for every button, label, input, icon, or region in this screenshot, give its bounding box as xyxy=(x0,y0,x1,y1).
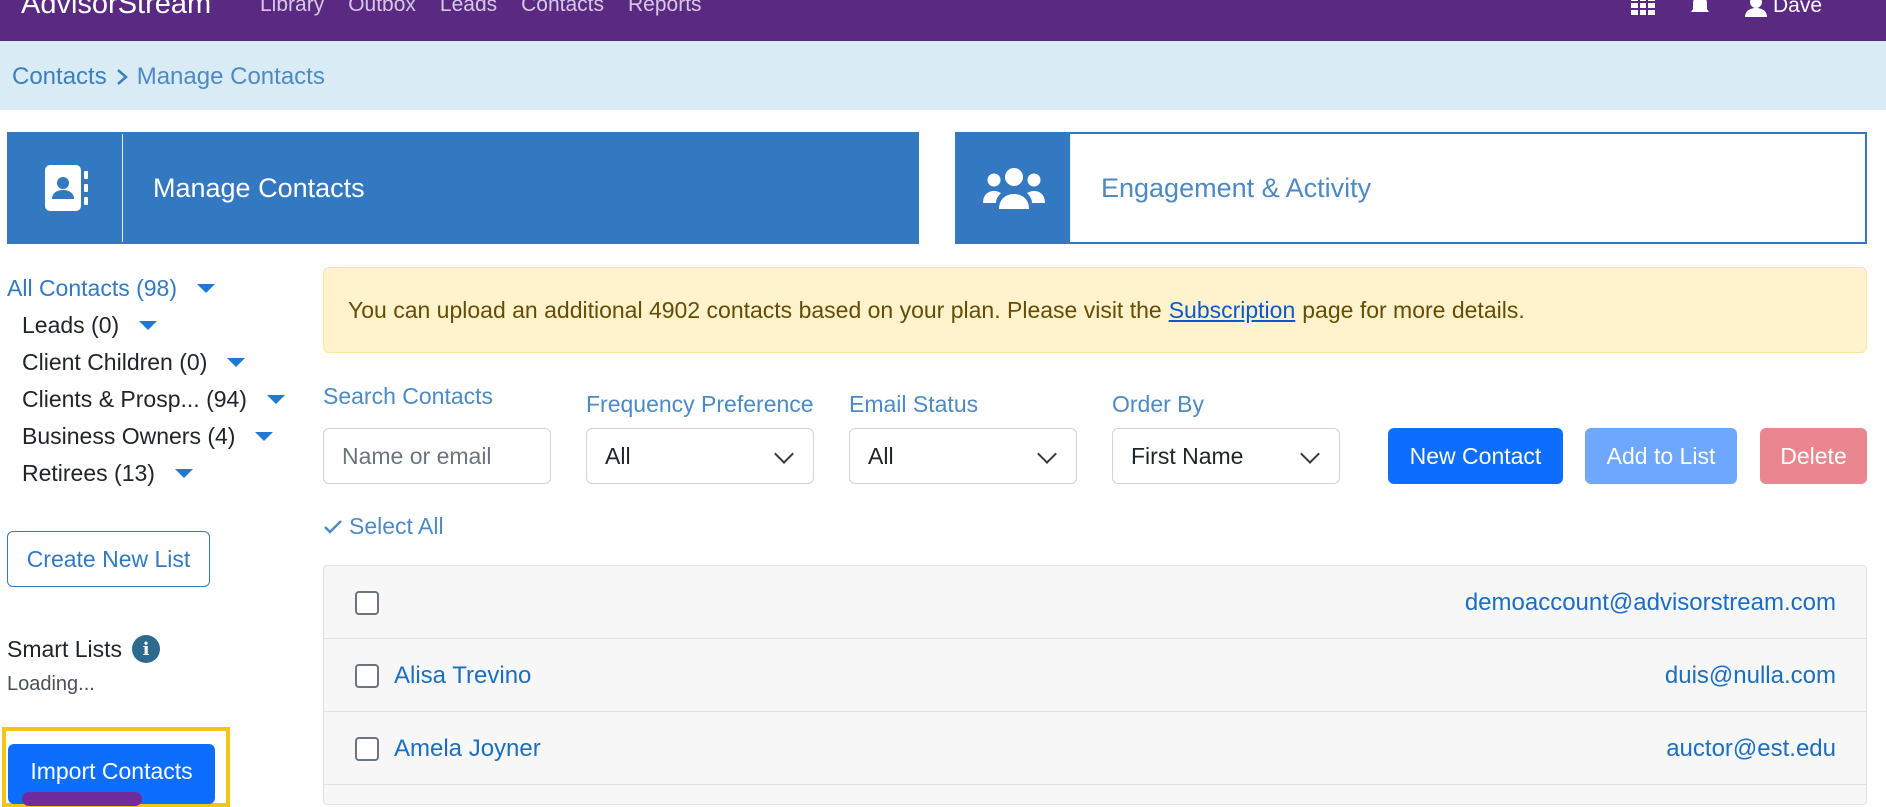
manage-contacts-card[interactable]: Manage Contacts xyxy=(7,132,919,244)
contact-email[interactable]: duis@nulla.com xyxy=(1665,662,1836,690)
check-icon xyxy=(324,519,342,534)
top-navbar: AdvisorStream Library Outbox Leads Conta… xyxy=(0,0,1886,41)
contact-name[interactable]: Amela Joyner xyxy=(394,735,541,763)
table-row[interactable]: Amela Joyner auctor@est.edu xyxy=(324,712,1866,785)
breadcrumb-current: Manage Contacts xyxy=(136,63,325,90)
users-icon xyxy=(957,134,1071,242)
smart-lists-loading: Loading... xyxy=(7,673,95,695)
list-leads[interactable]: Leads (0) xyxy=(7,307,285,344)
contact-email[interactable]: auctor@est.edu xyxy=(1666,735,1836,763)
frequency-preference-select[interactable]: All xyxy=(586,428,814,484)
order-by-label: Order By xyxy=(1112,391,1205,417)
table-row[interactable]: demoaccount@advisorstream.com xyxy=(324,566,1866,639)
list-label: Clients & Prosp... (94) xyxy=(22,386,247,412)
select-all-toggle[interactable]: Select All xyxy=(323,513,444,540)
subscription-link[interactable]: Subscription xyxy=(1169,297,1296,324)
list-label: Client Children (0) xyxy=(22,349,208,375)
grid-icon[interactable] xyxy=(1630,0,1655,16)
nav-contacts[interactable]: Contacts xyxy=(521,0,604,17)
main-nav: Library Outbox Leads Contacts Reports xyxy=(260,0,702,17)
order-by-value: First Name xyxy=(1131,442,1244,469)
bell-icon[interactable] xyxy=(1689,0,1711,17)
list-clients-prospects[interactable]: Clients & Prosp... (94) xyxy=(7,381,285,418)
frequency-value: All xyxy=(605,442,631,469)
alert-text-before: You can upload an additional 4902 contac… xyxy=(348,296,1162,323)
contact-lists-sidebar: All Contacts (98) Leads (0) Client Child… xyxy=(7,270,285,492)
breadcrumb: Contacts Manage Contacts xyxy=(12,63,325,91)
select-all-label: Select All xyxy=(349,513,444,539)
nav-reports[interactable]: Reports xyxy=(628,0,702,17)
caret-down-icon[interactable] xyxy=(174,469,193,478)
search-contacts-label: Search Contacts xyxy=(323,383,494,409)
brand-logo[interactable]: AdvisorStream xyxy=(21,0,211,21)
list-client-children[interactable]: Client Children (0) xyxy=(7,344,285,381)
breadcrumb-bar: Contacts Manage Contacts xyxy=(0,41,1886,110)
user-name: Dave xyxy=(1772,0,1822,17)
caret-down-icon[interactable] xyxy=(227,358,246,367)
plan-limit-alert: You can upload an additional 4902 contac… xyxy=(323,267,1867,353)
smart-lists-label: Smart Lists xyxy=(7,635,123,662)
chevron-down-icon xyxy=(774,444,794,464)
row-checkbox[interactable] xyxy=(355,591,379,615)
list-label: All Contacts (98) xyxy=(7,275,178,301)
breadcrumb-contacts[interactable]: Contacts xyxy=(12,63,107,91)
contacts-table: demoaccount@advisorstream.com Alisa Trev… xyxy=(323,565,1867,805)
engagement-activity-label: Engagement & Activity xyxy=(1101,172,1372,203)
nav-library[interactable]: Library xyxy=(260,0,324,17)
manage-contacts-label: Manage Contacts xyxy=(153,172,365,203)
nav-outbox[interactable]: Outbox xyxy=(348,0,416,17)
chevron-right-icon xyxy=(116,69,128,85)
add-to-list-button[interactable]: Add to List xyxy=(1585,428,1737,484)
list-business-owners[interactable]: Business Owners (4) xyxy=(7,418,285,455)
smart-lists-heading: Smart Lists i xyxy=(7,635,161,663)
list-label: Business Owners (4) xyxy=(22,423,236,449)
caret-down-icon[interactable] xyxy=(197,284,216,293)
caret-down-icon[interactable] xyxy=(255,432,274,441)
row-checkbox[interactable] xyxy=(355,664,379,688)
frequency-preference-label: Frequency Preference xyxy=(586,391,814,417)
row-checkbox[interactable] xyxy=(355,737,379,761)
list-retirees[interactable]: Retirees (13) xyxy=(7,455,285,492)
new-contact-button[interactable]: New Contact xyxy=(1388,428,1563,484)
create-new-list-button[interactable]: Create New List xyxy=(7,531,210,587)
chevron-down-icon xyxy=(1037,444,1057,464)
order-by-select[interactable]: First Name xyxy=(1112,428,1340,484)
contact-email[interactable]: demoaccount@advisorstream.com xyxy=(1465,589,1836,617)
top-icons: Dave xyxy=(1630,0,1822,18)
delete-button[interactable]: Delete xyxy=(1760,428,1867,484)
table-row[interactable]: Alisa Trevino duis@nulla.com xyxy=(324,639,1866,712)
alert-text-after: page for more details. xyxy=(1302,296,1525,323)
chevron-down-icon xyxy=(1300,444,1320,464)
address-book-icon xyxy=(9,134,123,242)
nav-leads[interactable]: Leads xyxy=(440,0,497,17)
list-label: Retirees (13) xyxy=(22,460,155,486)
list-label: Leads (0) xyxy=(22,312,120,338)
user-icon xyxy=(1744,0,1767,17)
import-badge xyxy=(22,792,142,806)
email-status-select[interactable]: All xyxy=(849,428,1077,484)
email-status-label: Email Status xyxy=(849,391,979,417)
engagement-activity-card[interactable]: Engagement & Activity xyxy=(955,132,1867,244)
info-icon[interactable]: i xyxy=(132,635,161,663)
search-input[interactable]: Name or email xyxy=(323,428,551,484)
list-all-contacts[interactable]: All Contacts (98) xyxy=(7,270,285,307)
user-menu[interactable]: Dave xyxy=(1744,0,1822,18)
contact-name[interactable]: Alisa Trevino xyxy=(394,662,531,690)
email-status-value: All xyxy=(868,442,894,469)
caret-down-icon[interactable] xyxy=(266,395,285,404)
caret-down-icon[interactable] xyxy=(139,321,158,330)
